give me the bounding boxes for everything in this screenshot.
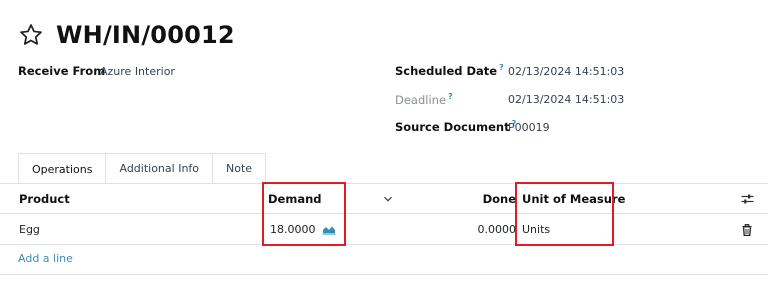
table-row-border <box>0 244 768 245</box>
tab-additional-info[interactable]: Additional Info <box>106 153 214 183</box>
deadline-label: Deadline? <box>395 92 453 107</box>
sliders-icon <box>741 194 754 203</box>
deadline-value[interactable]: 02/13/2024 14:51:03 <box>508 93 624 106</box>
highlight-box-unit-of-measure <box>515 182 614 246</box>
cell-done[interactable]: 0.0000 <box>468 214 517 245</box>
table-bottom-border <box>0 274 768 275</box>
star-outline-icon[interactable] <box>18 22 44 48</box>
tab-operations[interactable]: Operations <box>18 153 107 184</box>
column-settings-button[interactable] <box>741 183 754 214</box>
trash-icon <box>742 223 752 236</box>
column-menu-toggle[interactable] <box>383 183 393 214</box>
column-header-done[interactable]: Done <box>472 183 516 214</box>
receive-from-label: Receive From <box>18 64 106 78</box>
chevron-down-icon <box>384 196 392 202</box>
column-header-product[interactable]: Product <box>19 183 70 214</box>
record-title: WH/IN/00012 <box>56 21 235 49</box>
record-header: WH/IN/00012 <box>18 18 235 52</box>
scheduled-date-label: Scheduled Date? <box>395 63 504 78</box>
tab-note[interactable]: Note <box>213 153 267 183</box>
notebook-tabs: Operations Additional Info Note <box>18 153 267 184</box>
source-document-value[interactable]: P00019 <box>508 121 550 134</box>
source-document-label: Source Document? <box>395 119 517 134</box>
add-a-line-link[interactable]: Add a line <box>18 252 73 265</box>
scheduled-date-value[interactable]: 02/13/2024 14:51:03 <box>508 65 624 78</box>
delete-row-button[interactable] <box>742 214 752 245</box>
receive-from-value[interactable]: Azure Interior <box>100 65 175 78</box>
help-tooltip-icon[interactable]: ? <box>499 63 504 72</box>
highlight-box-demand <box>262 182 346 246</box>
cell-product[interactable]: Egg <box>19 214 40 245</box>
help-tooltip-icon[interactable]: ? <box>448 92 453 101</box>
